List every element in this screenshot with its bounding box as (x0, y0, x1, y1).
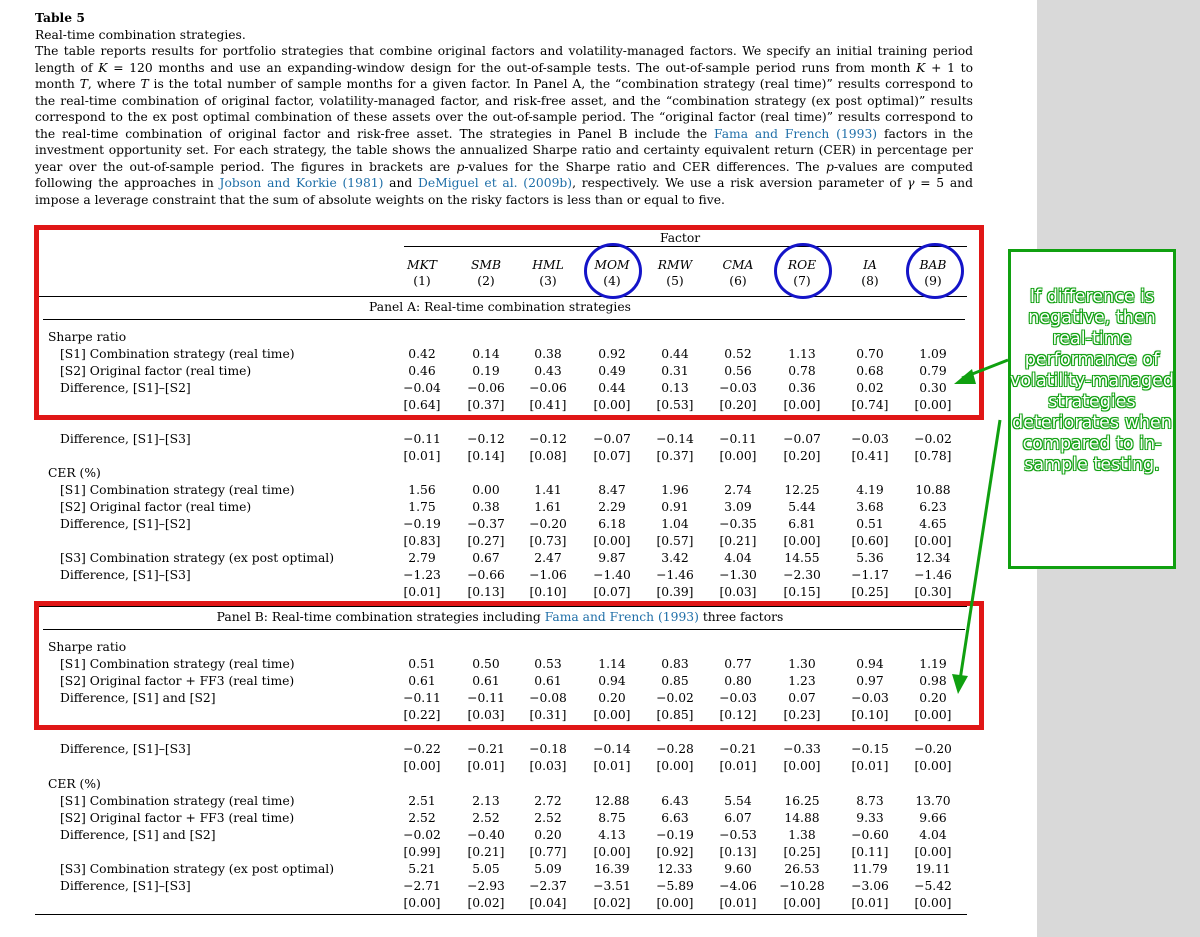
arrow-to-panel-b (958, 419, 1002, 681)
arrow-head-panel-b (952, 674, 968, 694)
annotation-arrows (952, 358, 1009, 694)
arrow-head-panel-a (954, 369, 976, 384)
